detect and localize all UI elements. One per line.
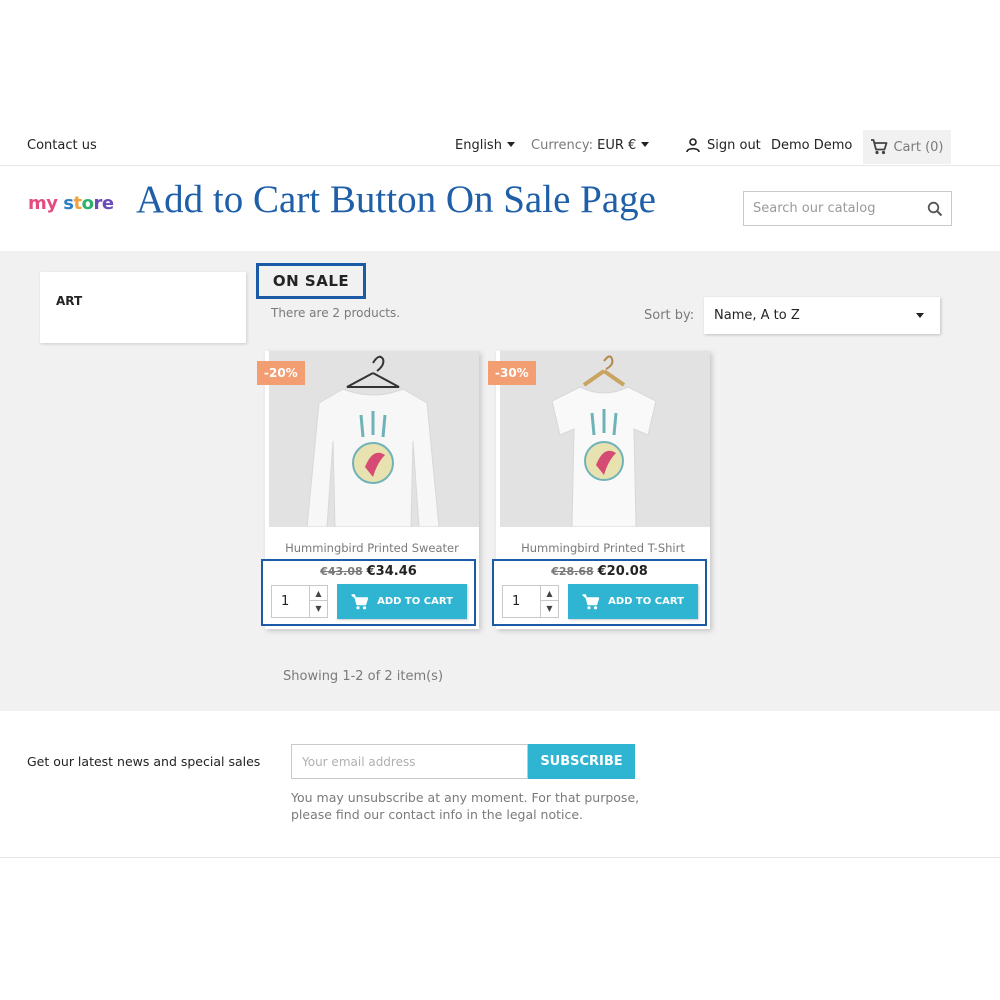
site-header: my store Add to Cart Button On Sale Page <box>0 167 1000 251</box>
sort-dropdown[interactable]: Name, A to Z <box>704 297 940 334</box>
contact-us-link[interactable]: Contact us <box>27 138 97 153</box>
email-field-wrapper <box>291 744 528 779</box>
page-title: ON SALE <box>256 263 366 299</box>
chevron-down-icon[interactable]: ▼ <box>310 601 327 616</box>
product-name[interactable]: Hummingbird Printed T-Shirt <box>496 541 710 555</box>
add-to-cart-label: ADD TO CART <box>377 596 453 607</box>
sign-out-link[interactable]: Sign out <box>685 137 761 153</box>
product-name[interactable]: Hummingbird Printed Sweater <box>265 541 479 555</box>
quantity-input[interactable] <box>272 586 308 617</box>
regular-price: €43.08 <box>320 565 363 578</box>
sale-price: €20.08 <box>597 564 648 579</box>
banner-title: Add to Cart Button On Sale Page <box>136 178 656 221</box>
pagination-summary: Showing 1-2 of 2 item(s) <box>283 669 444 684</box>
sort-value: Name, A to Z <box>714 308 800 323</box>
email-field[interactable] <box>292 745 522 778</box>
currency-value: EUR € <box>597 138 637 153</box>
product-card: -30% Hummingbird Printed T-Shirt €28.68 €… <box>488 351 710 629</box>
chevron-up-icon[interactable]: ▲ <box>541 586 558 601</box>
sale-price: €34.46 <box>366 564 417 579</box>
regular-price: €28.68 <box>551 565 594 578</box>
quantity-spinner: ▲ ▼ <box>540 586 558 617</box>
chevron-down-icon <box>506 142 515 147</box>
search-input[interactable] <box>744 192 914 225</box>
quantity-spinner: ▲ ▼ <box>309 586 327 617</box>
quantity-stepper: ▲ ▼ <box>502 585 559 618</box>
discount-badge: -20% <box>257 361 305 385</box>
add-to-cart-label: ADD TO CART <box>608 596 684 607</box>
subscribe-button[interactable]: SUBSCRIBE <box>528 744 635 779</box>
sort-label: Sort by: <box>644 308 695 323</box>
search-icon[interactable] <box>927 201 943 217</box>
chevron-up-icon[interactable]: ▲ <box>310 586 327 601</box>
add-to-cart-button[interactable]: ADD TO CART <box>337 584 467 619</box>
search-box <box>743 191 952 226</box>
language-selector[interactable]: English <box>455 138 515 153</box>
product-count: There are 2 products. <box>271 306 401 320</box>
cart-icon <box>582 593 600 609</box>
legal-line: You may unsubscribe at any moment. For t… <box>291 790 640 805</box>
newsletter-section: Get our latest news and special sales SU… <box>0 711 1000 858</box>
price-row: €28.68 €20.08 <box>494 564 705 579</box>
cart-label: Cart (0) <box>893 139 944 155</box>
price-row: €43.08 €34.46 <box>263 564 474 579</box>
chevron-down-icon[interactable]: ▼ <box>541 601 558 616</box>
user-icon <box>686 138 700 153</box>
language-value: English <box>455 138 502 153</box>
quantity-input[interactable] <box>503 586 539 617</box>
cart-icon <box>871 139 888 155</box>
add-to-cart-button[interactable]: ADD TO CART <box>568 584 698 619</box>
add-to-cart-box: €28.68€20.08 ▲ ▼ ADD TO CART <box>492 559 707 626</box>
currency-label: Currency: <box>531 138 594 153</box>
cart-icon <box>351 593 369 609</box>
product-card: -20% Hummingbird Printed Sweater €43.08 €… <box>257 351 479 629</box>
currency-selector[interactable]: Currency: EUR € <box>531 138 650 153</box>
add-to-cart-box: €43.08€34.46 ▲ ▼ ADD TO CART <box>261 559 476 626</box>
account-name-link[interactable]: Demo Demo <box>771 138 852 153</box>
top-nav: Contact us English Currency: EUR € Sign … <box>0 128 1000 166</box>
newsletter-legal: You may unsubscribe at any moment. For t… <box>291 789 651 823</box>
legal-line: please find our contact info in the lega… <box>291 807 584 822</box>
discount-badge: -30% <box>488 361 536 385</box>
store-logo[interactable]: my store <box>28 193 114 214</box>
sign-out-label: Sign out <box>707 137 761 153</box>
sidebar-item-art[interactable]: ART <box>56 294 82 308</box>
cart-button[interactable]: Cart (0) <box>863 130 951 164</box>
category-sidebar: ART <box>40 272 246 343</box>
quantity-stepper: ▲ ▼ <box>271 585 328 618</box>
newsletter-text: Get our latest news and special sales <box>27 754 261 769</box>
main-content: ART ON SALE There are 2 products. Sort b… <box>0 251 1000 711</box>
chevron-down-icon <box>641 142 650 147</box>
chevron-down-icon <box>916 313 924 318</box>
